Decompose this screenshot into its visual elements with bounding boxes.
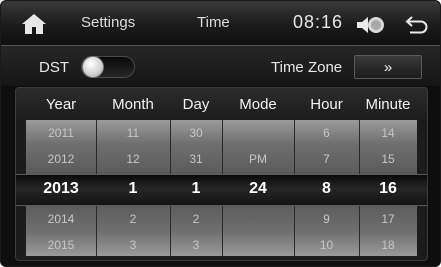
dst-toggle-knob <box>82 56 104 78</box>
year-value[interactable]: 2012 <box>26 152 96 166</box>
dst-label: DST <box>39 59 69 76</box>
minute-value[interactable]: 17 <box>359 212 417 226</box>
year-value[interactable]: 2014 <box>26 212 96 226</box>
datetime-picker: 2011 11 30 6 14 2012 12 31 PM 7 15 2013 1 1 24 8 16 2014 2… <box>15 87 428 261</box>
top-bar: Settings Time 08:16 <box>1 1 440 46</box>
column-header-minute: Minute <box>365 96 411 113</box>
selected-day-value[interactable]: 1 <box>170 180 222 198</box>
hour-value[interactable]: 7 <box>294 152 359 166</box>
hour-value[interactable]: 9 <box>294 212 359 226</box>
month-value[interactable]: 11 <box>96 126 170 140</box>
minute-value[interactable]: 15 <box>359 152 417 166</box>
column-header-year: Year <box>45 96 77 113</box>
settings-breadcrumb[interactable]: Settings <box>81 14 135 31</box>
selected-minute-value[interactable]: 16 <box>359 180 417 198</box>
home-button[interactable] <box>21 13 47 35</box>
timezone-label: Time Zone <box>271 59 343 76</box>
back-arrow-icon <box>405 16 428 34</box>
picker-wheels: 2011 11 30 6 14 2012 12 31 PM 7 15 2013 1 1 24 8 16 2014 2… <box>16 120 427 256</box>
selected-year-value[interactable]: 2013 <box>26 180 96 198</box>
selected-hour-value[interactable]: 8 <box>294 180 359 198</box>
dst-toggle[interactable] <box>81 56 135 78</box>
page-title: Time <box>197 14 230 31</box>
selected-mode-value[interactable]: 24 <box>222 180 294 198</box>
back-button[interactable] <box>404 13 430 35</box>
volume-icon[interactable] <box>356 14 386 36</box>
day-value[interactable]: 2 <box>170 212 222 226</box>
time-settings-screen: Settings Time 08:16 DST Time Zone » 2011… <box>0 0 441 267</box>
day-value[interactable]: 3 <box>170 238 222 252</box>
selected-month-value[interactable]: 1 <box>96 180 170 198</box>
column-header-day: Day <box>182 96 210 113</box>
day-value[interactable]: 30 <box>170 126 222 140</box>
month-value[interactable]: 2 <box>96 212 170 226</box>
hour-value[interactable]: 10 <box>294 238 359 252</box>
double-chevron-right-icon: » <box>383 59 393 76</box>
mode-value[interactable]: PM <box>222 152 294 166</box>
column-header-mode: Mode <box>239 96 277 113</box>
timezone-button[interactable]: » <box>354 55 422 79</box>
minute-value[interactable]: 14 <box>359 126 417 140</box>
options-row: DST Time Zone » <box>1 46 440 86</box>
hour-value[interactable]: 6 <box>294 126 359 140</box>
year-value[interactable]: 2011 <box>26 126 96 140</box>
minute-value[interactable]: 18 <box>359 238 417 252</box>
year-value[interactable]: 2015 <box>26 238 96 252</box>
home-icon <box>22 14 46 34</box>
column-header-hour: Hour <box>310 96 343 113</box>
month-value[interactable]: 12 <box>96 152 170 166</box>
clock-display: 08:16 <box>293 12 344 32</box>
column-header-month: Month <box>112 96 154 113</box>
day-value[interactable]: 31 <box>170 152 222 166</box>
month-value[interactable]: 3 <box>96 238 170 252</box>
